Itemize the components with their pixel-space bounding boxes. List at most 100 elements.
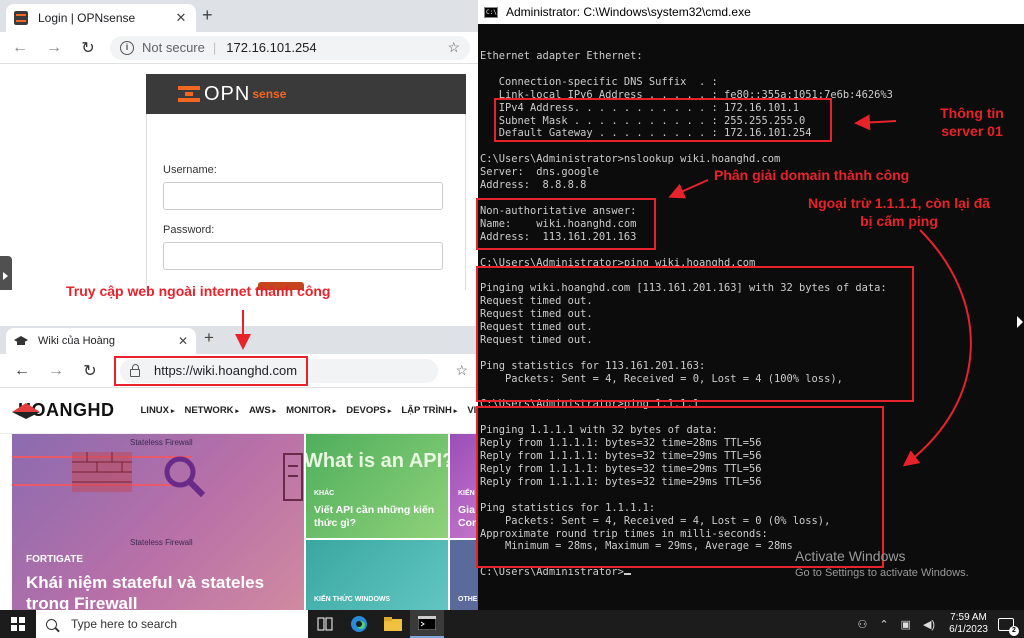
- card-category[interactable]: KIẾN: [458, 490, 475, 497]
- logo-text-opn: OPN: [204, 82, 251, 105]
- article-card-partial[interactable]: KIẾN Gia Cor: [450, 434, 478, 538]
- menu-item-linux[interactable]: LINUX: [141, 405, 175, 416]
- taskbar-file-explorer[interactable]: [376, 610, 410, 638]
- clock-time: 7:59 AM: [950, 612, 987, 623]
- taskbar: Type here to search ⚇ ⌃ ▣ ◀) 7:59 AM 6/1…: [0, 610, 1024, 638]
- username-input[interactable]: [163, 182, 443, 210]
- not-secure-label: Not secure: [142, 40, 205, 55]
- card-title[interactable]: Gia Cor: [458, 504, 478, 530]
- tab-title: Login | OPNsense: [38, 11, 136, 25]
- annotation-server-info: Thông tin server 01: [940, 105, 1004, 139]
- taskbar-search-input[interactable]: Type here to search: [36, 610, 308, 638]
- address-bar: ← → ↻ i Not secure | 172.16.101.254 ☆: [0, 32, 478, 64]
- password-input[interactable]: [163, 242, 443, 270]
- opnsense-favicon-icon: [14, 11, 28, 25]
- search-placeholder: Type here to search: [71, 617, 178, 631]
- reload-icon[interactable]: ↻: [76, 36, 100, 60]
- tab-wiki[interactable]: Wiki của Hoàng ✕: [6, 328, 196, 354]
- menu-item-aws[interactable]: AWS: [249, 405, 276, 416]
- card-category[interactable]: OTHE: [458, 596, 477, 603]
- notification-icon[interactable]: 2: [998, 617, 1019, 636]
- separator: |: [212, 40, 217, 55]
- star-icon[interactable]: ☆: [447, 39, 460, 56]
- site-navigation: HOANGHD LINUX NETWORK AWS MONITOR DEVOPS…: [0, 388, 478, 434]
- magnifier-icon: [164, 456, 206, 498]
- people-icon[interactable]: ⚇: [857, 618, 867, 631]
- username-label: Username:: [163, 164, 217, 176]
- tab-bar: Login | OPNsense ✕ +: [0, 0, 478, 32]
- search-icon: [46, 618, 57, 630]
- menu-item-network[interactable]: NETWORK: [184, 405, 239, 416]
- card-image-text: What is an API?: [306, 450, 448, 472]
- close-tab-icon[interactable]: ✕: [174, 10, 188, 26]
- article-card-api[interactable]: What is an API? KHÁC Viết API cần những …: [306, 434, 448, 538]
- highlight-box-ping-cloudflare: [476, 406, 884, 568]
- diagram-label: Stateless Firewall: [130, 438, 193, 447]
- windows-logo-icon: [11, 617, 25, 631]
- task-view-icon: [317, 617, 333, 631]
- card-category[interactable]: KIẾN THỨC WINDOWS: [314, 596, 390, 603]
- clock[interactable]: 7:59 AM 6/1/2023: [949, 612, 988, 636]
- network-icon[interactable]: ▣: [901, 618, 911, 631]
- card-category[interactable]: KHÁC: [314, 490, 334, 497]
- tab-opnsense-login[interactable]: Login | OPNsense ✕: [6, 4, 196, 32]
- brick-wall-icon: [72, 452, 132, 492]
- system-tray: ⚇ ⌃ ▣ ◀) 7:59 AM 6/1/2023 2: [851, 610, 1024, 638]
- back-arrow-icon[interactable]: ←: [8, 36, 32, 60]
- diagram-label: Stateless Firewall: [130, 538, 193, 547]
- annotation-domain-resolved: Phân giải domain thành công: [714, 167, 910, 183]
- clock-date: 6/1/2023: [949, 624, 988, 635]
- taskbar-edge[interactable]: [342, 610, 376, 638]
- cmd-app-icon: C:\: [484, 6, 498, 18]
- info-icon[interactable]: i: [120, 40, 134, 55]
- volume-icon[interactable]: ◀): [923, 618, 935, 631]
- featured-article-card[interactable]: Stateless Firewall Stateless Firewall FO…: [12, 434, 304, 610]
- taskbar-cmd[interactable]: [410, 610, 444, 638]
- highlight-box-url: [114, 356, 308, 386]
- article-card-partial-2[interactable]: OTHE: [450, 540, 478, 610]
- password-label: Password:: [163, 224, 215, 236]
- task-view-button[interactable]: [308, 610, 342, 638]
- back-arrow-icon[interactable]: ←: [10, 359, 34, 383]
- article-category[interactable]: FORTIGATE: [26, 554, 83, 565]
- activate-windows-title: Activate Windows: [795, 548, 906, 564]
- close-tab-icon[interactable]: ✕: [178, 334, 188, 348]
- menu-item-monitor[interactable]: MONITOR: [286, 405, 336, 416]
- browser-window-wiki: Wiki của Hoàng ✕ + ← → ↻ https://wiki.ho…: [0, 290, 478, 610]
- annotation-ping-blocked: Ngoại trừ 1.1.1.1, còn lại đã bị cấm pin…: [807, 195, 991, 229]
- url-input[interactable]: i Not secure | 172.16.101.254 ☆: [110, 35, 470, 60]
- forward-arrow-icon[interactable]: →: [44, 359, 68, 383]
- cmd-title-bar[interactable]: C:\ Administrator: C:\Windows\system32\c…: [478, 0, 1024, 24]
- star-icon[interactable]: ☆: [455, 362, 468, 379]
- text-cursor: [623, 573, 631, 576]
- tab-title: Wiki của Hoàng: [38, 335, 116, 347]
- desktop: Login | OPNsense ✕ + ← → ↻ i Not secure …: [0, 0, 1024, 638]
- browser-window-opnsense: Login | OPNsense ✕ + ← → ↻ i Not secure …: [0, 0, 478, 290]
- logo-text-sense: sense: [252, 87, 287, 101]
- highlight-box-ping-wiki: [476, 266, 914, 402]
- forward-arrow-icon[interactable]: →: [42, 36, 66, 60]
- start-button[interactable]: [0, 610, 36, 638]
- menu-item-lap-trinh[interactable]: LẬP TRÌNH: [401, 405, 457, 416]
- reload-icon[interactable]: ↻: [78, 359, 102, 383]
- activate-windows-subtitle: Go to Settings to activate Windows.: [795, 567, 969, 579]
- new-tab-icon[interactable]: +: [202, 5, 213, 26]
- cmd-title: Administrator: C:\Windows\system32\cmd.e…: [506, 5, 751, 19]
- server-icon: [283, 453, 303, 501]
- highlight-box-ipconfig: [494, 98, 832, 142]
- article-grid: Stateless Firewall Stateless Firewall FO…: [0, 434, 478, 610]
- login-form: Username: Password:: [146, 114, 466, 290]
- opnsense-header: OPN sense: [146, 74, 466, 114]
- new-tab-icon[interactable]: +: [204, 328, 214, 348]
- graduation-cap-favicon-icon: [14, 336, 28, 345]
- article-title[interactable]: Khái niệm stateful và stateles trong Fir…: [26, 572, 296, 610]
- notification-count: 2: [1009, 625, 1019, 636]
- url-text: 172.16.101.254: [226, 40, 317, 55]
- opnsense-logo-icon: [178, 84, 200, 104]
- terminal-icon: [418, 616, 436, 630]
- article-card-windows[interactable]: KIẾN THỨC WINDOWS: [306, 540, 448, 610]
- card-title[interactable]: Viết API cần những kiến thức gì?: [314, 504, 440, 530]
- annotation-web-access: Truy cập web ngoài internet thành công: [66, 283, 331, 299]
- chevron-up-icon[interactable]: ⌃: [879, 618, 888, 631]
- menu-item-devops[interactable]: DEVOPS: [346, 405, 391, 416]
